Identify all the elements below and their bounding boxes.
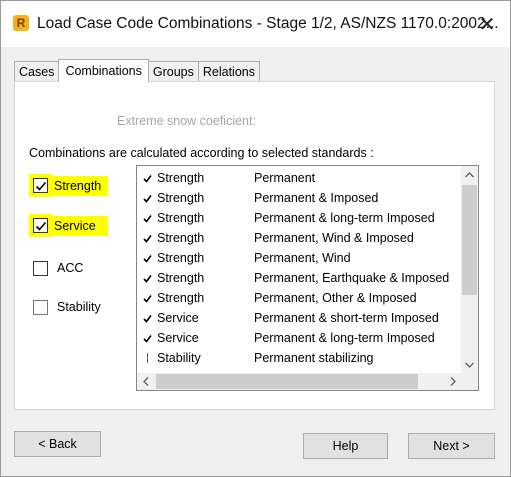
combination-row[interactable]: Strength Permanent, Other & Imposed — [137, 288, 457, 308]
combination-description: Permanent & short-term Imposed — [254, 311, 439, 325]
horizontal-scrollbar[interactable] — [137, 373, 478, 390]
tab-groups[interactable]: Groups — [147, 61, 199, 82]
service-label: Service — [48, 215, 108, 236]
service-checkbox[interactable] — [33, 218, 48, 233]
strength-checkbox[interactable] — [33, 178, 48, 193]
combination-standard: Strength — [157, 231, 205, 245]
scroll-down-icon[interactable] — [461, 356, 478, 373]
stability-label: Stability — [57, 300, 101, 314]
window-title: Load Case Code Combinations - Stage 1/2,… — [37, 15, 499, 32]
tab-combinations[interactable]: Combinations — [58, 59, 149, 82]
combination-standard: Strength — [157, 191, 205, 205]
unchecked-mark[interactable] — [137, 352, 157, 364]
standard-service-row: Service — [29, 214, 108, 237]
check-icon[interactable] — [137, 334, 157, 343]
acc-label: ACC — [57, 261, 84, 275]
check-icon[interactable] — [137, 214, 157, 223]
close-icon: ✕ — [478, 13, 496, 36]
combination-description: Permanent, Earthquake & Imposed — [254, 271, 450, 285]
check-icon[interactable] — [137, 254, 157, 263]
horizontal-scroll-thumb[interactable] — [156, 374, 418, 389]
check-icon[interactable] — [137, 314, 157, 323]
title-bar: R Load Case Code Combinations - Stage 1/… — [1, 1, 510, 47]
combination-description: Permanent & Imposed — [254, 191, 379, 205]
next-button[interactable]: Next > — [408, 433, 495, 459]
combination-row[interactable]: Strength Permanent & long-term Imposed — [137, 208, 457, 228]
combination-description: Permanent stabilizing — [254, 351, 374, 365]
combination-standard: Strength — [157, 291, 205, 305]
combination-standard: Strength — [157, 251, 205, 265]
back-button[interactable]: < Back — [14, 431, 101, 457]
combinations-list[interactable]: Strength Permanent Strength Permanent & Imp… — [136, 165, 479, 391]
combination-row[interactable]: Service Permanent & short-term Imposed — [137, 308, 457, 328]
combination-description: Permanent, Wind — [254, 251, 351, 265]
standard-acc-row: ACC — [33, 258, 86, 278]
combination-standard: Strength — [157, 211, 205, 225]
combination-standard: Strength — [157, 171, 205, 185]
combination-row[interactable]: Stability Permanent stabilizing — [137, 348, 457, 368]
combination-row[interactable]: Strength Permanent & Imposed — [137, 188, 457, 208]
combination-row[interactable]: Strength Permanent — [137, 168, 457, 188]
check-icon — [35, 181, 46, 191]
check-icon — [35, 221, 46, 231]
combination-standard: Service — [157, 311, 199, 325]
help-button[interactable]: Help — [303, 433, 388, 459]
combination-description: Permanent — [254, 171, 316, 185]
combination-row[interactable]: Strength Permanent, Wind & Imposed — [137, 228, 457, 248]
vertical-scrollbar[interactable] — [461, 166, 478, 373]
check-icon[interactable] — [137, 234, 157, 243]
dialog-window: R Load Case Code Combinations - Stage 1/… — [0, 0, 511, 477]
standards-info-label: Combinations are calculated according to… — [29, 146, 374, 160]
combination-description: Permanent, Wind & Imposed — [254, 231, 414, 245]
close-button[interactable]: ✕ — [474, 11, 500, 37]
check-icon[interactable] — [137, 194, 157, 203]
combinations-panel: Extreme snow coeficient: Combinations ar… — [14, 81, 495, 410]
combination-row[interactable]: Service Permanent & long-term Imposed — [137, 328, 457, 348]
stability-checkbox[interactable] — [33, 299, 48, 315]
tab-relations[interactable]: Relations — [197, 61, 260, 82]
tab-strip: Cases Combinations Groups Relations — [14, 59, 260, 82]
scroll-up-icon[interactable] — [461, 166, 478, 183]
combination-row[interactable]: Strength Permanent, Earthquake & Imposed — [137, 268, 457, 288]
combination-row[interactable]: Strength Permanent, Wind — [137, 248, 457, 268]
acc-checkbox[interactable] — [33, 260, 48, 276]
vertical-scroll-thumb[interactable] — [462, 185, 477, 295]
check-icon[interactable] — [137, 294, 157, 303]
standard-strength-row: Strength — [29, 174, 109, 197]
scroll-right-icon[interactable] — [444, 373, 461, 390]
snow-coefficient-label: Extreme snow coeficient: — [117, 114, 256, 128]
strength-label: Strength — [48, 175, 109, 196]
app-icon: R — [13, 15, 29, 31]
combination-description: Permanent & long-term Imposed — [254, 331, 435, 345]
standard-stability-row: Stability — [33, 297, 104, 317]
scroll-left-icon[interactable] — [137, 373, 154, 390]
check-icon[interactable] — [137, 174, 157, 183]
tab-cases[interactable]: Cases — [14, 61, 60, 82]
combination-standard: Service — [157, 331, 199, 345]
combination-standard: Stability — [157, 351, 201, 365]
combination-standard: Strength — [157, 271, 205, 285]
combination-description: Permanent & long-term Imposed — [254, 211, 435, 225]
check-icon[interactable] — [137, 274, 157, 283]
combination-description: Permanent, Other & Imposed — [254, 291, 417, 305]
